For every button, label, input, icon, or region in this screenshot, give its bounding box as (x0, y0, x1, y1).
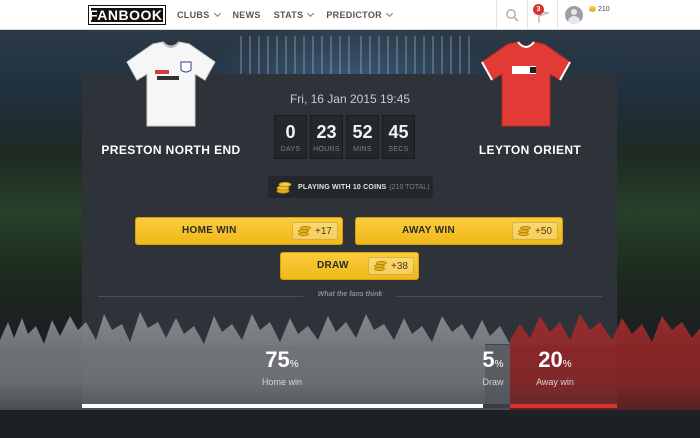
coin-balance: 210 (589, 6, 610, 13)
away-win-button[interactable]: AWAY WIN +50 (355, 217, 563, 245)
menu-label: PREDICTOR (326, 10, 382, 20)
coins-icon (296, 225, 312, 237)
main-menu: CLUBS NEWS STATS PREDICTOR (177, 0, 405, 30)
away-shirt-icon (481, 41, 571, 127)
odds-badge: +17 (292, 222, 338, 240)
odds-value: +38 (391, 260, 408, 272)
menu-item-clubs[interactable]: CLUBS (177, 9, 221, 20)
menu-label: STATS (273, 10, 304, 20)
home-win-button[interactable]: HOME WIN +17 (135, 217, 343, 245)
stat-label: Away win (536, 377, 574, 387)
search-icon (506, 9, 519, 22)
away-team-name: LEYTON ORIENT (478, 143, 582, 157)
stat-label: Home win (261, 377, 302, 387)
stat-unit: % (494, 359, 504, 370)
coin-balance-value: 210 (598, 6, 610, 13)
stake-total: (210 TOTAL) (389, 183, 430, 191)
kickoff-datetime: Fri, 16 Jan 2015 19:45 (289, 92, 411, 106)
countdown-hours: 23 HOURS (310, 115, 343, 159)
away-win-bar (510, 404, 617, 408)
menu-item-predictor[interactable]: PREDICTOR (326, 9, 393, 20)
countdown-secs: 45 SECS (382, 115, 415, 159)
countdown-value: 0 (285, 122, 296, 142)
coins-icon (516, 225, 532, 237)
avatar (565, 6, 583, 24)
countdown-label: MINS (353, 146, 372, 153)
stat-unit: % (289, 359, 299, 370)
stat-value: 5 (482, 347, 495, 372)
stat-label: Draw (482, 377, 504, 387)
notification-count-badge: 3 (533, 4, 544, 15)
bet-label: HOME WIN (182, 225, 237, 236)
countdown-value: 23 (316, 122, 337, 142)
countdown-value: 52 (352, 122, 373, 142)
user-menu[interactable]: 210 (557, 0, 617, 30)
draw-percentage: 5% Draw (468, 348, 518, 388)
countdown-days: 0 DAYS (274, 115, 307, 159)
coins-icon (372, 260, 388, 272)
draw-button[interactable]: DRAW +38 (280, 252, 419, 280)
chevron-down-icon (307, 9, 315, 18)
search-button[interactable] (497, 0, 527, 30)
odds-value: +17 (315, 225, 332, 237)
menu-label: NEWS (232, 10, 261, 20)
notifications-button[interactable]: 3 (527, 0, 557, 30)
countdown-label: DAYS (280, 146, 301, 153)
draw-bar (483, 404, 510, 408)
menu-item-stats[interactable]: STATS (273, 9, 315, 20)
countdown-mins: 52 MINS (346, 115, 379, 159)
fanbookz-logo[interactable]: FANBOOKZ (88, 5, 171, 25)
menu-label: CLUBS (177, 10, 210, 20)
home-win-percentage: 75% Home win (252, 348, 312, 388)
home-team-name: PRESTON NORTH END (101, 143, 241, 157)
stake-selector[interactable]: PLAYING WITH 10 COINS (210 TOTAL) (268, 176, 433, 198)
odds-value: +50 (535, 225, 552, 237)
odds-badge: +50 (512, 222, 558, 240)
crowd-silhouette-graphic (0, 312, 700, 410)
coins-icon (276, 181, 292, 194)
bet-label: DRAW (317, 260, 349, 271)
home-shirt-icon (126, 41, 216, 127)
countdown-label: HOURS (313, 146, 340, 153)
chevron-down-icon (385, 9, 393, 18)
bet-label: AWAY WIN (402, 225, 455, 236)
away-win-percentage: 20% Away win (525, 348, 585, 388)
menu-item-news[interactable]: NEWS (233, 10, 261, 20)
stake-text: PLAYING WITH 10 COINS (298, 183, 387, 191)
chevron-down-icon (213, 9, 221, 18)
odds-badge: +38 (368, 257, 414, 275)
countdown-value: 45 (388, 122, 409, 142)
stat-value: 75 (265, 347, 290, 372)
stat-unit: % (562, 359, 572, 370)
fans-section-title: What the fans think (317, 291, 383, 298)
home-win-bar (82, 404, 483, 408)
stat-value: 20 (538, 347, 563, 372)
countdown-label: SECS (388, 146, 409, 153)
countdown-timer: 0 DAYS 23 HOURS 52 MINS 45 SECS (274, 115, 415, 159)
coins-icon (589, 7, 596, 12)
top-nav: FANBOOKZ CLUBS NEWS STATS PREDICTOR 3 21… (0, 0, 700, 30)
